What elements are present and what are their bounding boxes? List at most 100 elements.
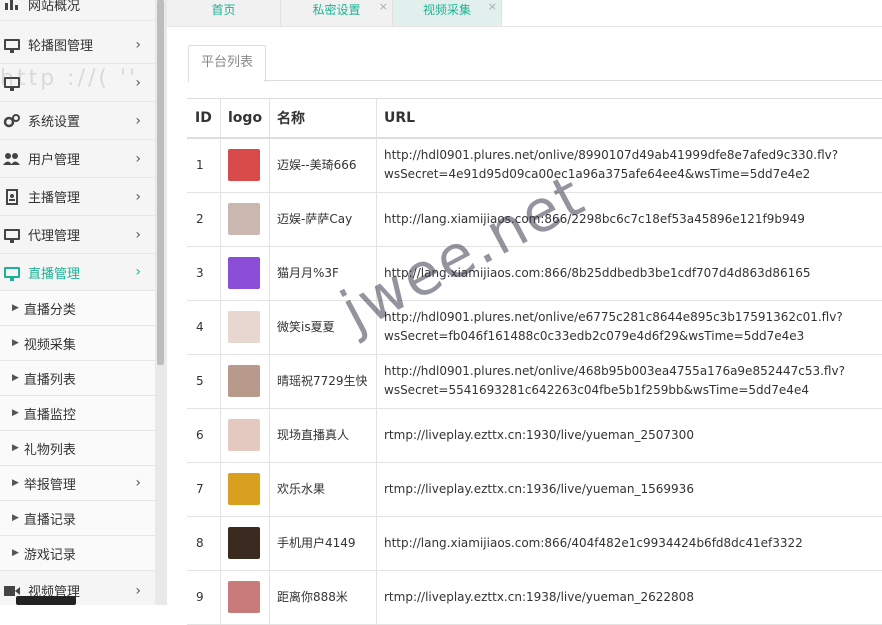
sidebar-item-label: 代理管理 <box>28 229 81 244</box>
sub-item-video-collect[interactable]: ▶ 视频采集 <box>0 326 155 361</box>
cell-url: rtmp://liveplay.ezttx.cn:1930/live/yuema… <box>376 408 882 462</box>
table-row: 7 欢乐水果 rtmp://liveplay.ezttx.cn:1936/live/… <box>187 462 882 517</box>
sub-item-game-record[interactable]: ▶ 游戏记录 <box>0 536 155 571</box>
avatar <box>228 419 260 451</box>
divider <box>264 80 882 81</box>
table-row: 6 现场直播真人 rtmp://liveplay.ezttx.cn:1930/liv… <box>187 408 882 463</box>
caret-right-icon: ▶ <box>12 373 19 383</box>
sidebar-item-overview[interactable]: 网站概况 <box>0 0 155 21</box>
tab-bar: 首页 私密设置 × 视频采集 × <box>167 0 882 27</box>
tab-label: 私密设置 <box>312 3 361 17</box>
table-row: 4 微笑is夏夏 http://hdl0901.plures.net/onlive/… <box>187 300 882 355</box>
header-url: URL <box>376 99 882 137</box>
cell-name: 晴瑶祝7729生快 <box>269 354 376 408</box>
avatar <box>228 149 260 181</box>
users-icon <box>2 151 22 167</box>
sidebar-item-label: 系统设置 <box>28 115 81 130</box>
cell-logo <box>220 462 269 516</box>
close-icon[interactable]: × <box>379 0 388 17</box>
sub-item-label: 直播记录 <box>23 512 76 528</box>
cell-name: 现场直播真人 <box>269 408 376 462</box>
tab-label: 视频采集 <box>422 3 471 17</box>
bottom-badge <box>16 596 76 605</box>
cell-logo <box>220 246 269 300</box>
cell-name: 猫月月%3F <box>269 246 376 300</box>
cell-logo <box>220 516 269 570</box>
cell-name: 欢乐水果 <box>269 462 376 516</box>
cell-name: 手机用户4149 <box>269 516 376 570</box>
cell-name: 微笑is夏夏 <box>269 300 376 354</box>
cell-url: rtmp://liveplay.ezttx.cn:1938/live/yuema… <box>376 570 882 624</box>
sub-item-live-monitor[interactable]: ▶ 直播监控 <box>0 396 155 431</box>
avatar <box>228 473 260 505</box>
avatar <box>228 311 260 343</box>
sidebar-item-settings[interactable]: 系统设置 › <box>0 102 155 140</box>
sub-item-label: 直播列表 <box>23 372 76 388</box>
sub-item-live-category[interactable]: ▶ 直播分类 <box>0 291 155 326</box>
scrollbar-thumb[interactable] <box>157 0 164 365</box>
sub-item-label: 举报管理 <box>23 477 76 493</box>
table-row: 1 迈娱--美琦666 http://hdl0901.plures.net/onli… <box>187 138 882 193</box>
sub-item-live-record[interactable]: ▶ 直播记录 <box>0 501 155 536</box>
cell-url: http://lang.xiamijiaos.com:866/8b25ddbed… <box>376 246 882 300</box>
sub-item-report[interactable]: ▶ 举报管理 › <box>0 466 155 501</box>
sidebar-item-label: 轮播图管理 <box>28 39 94 54</box>
cell-url: http://hdl0901.plures.net/onlive/e6775c2… <box>376 300 882 354</box>
chevron-right-icon: › <box>135 475 141 491</box>
cell-id: 2 <box>196 211 204 226</box>
monitor-icon <box>2 227 22 243</box>
monitor-icon <box>2 264 22 281</box>
cell-logo <box>220 354 269 408</box>
chevron-right-icon: › <box>135 226 141 243</box>
cell-url: http://lang.xiamijiaos.com:866/2298bc6c7… <box>376 192 882 246</box>
header-id: ID <box>195 110 212 126</box>
cell-name: 距离你888米 <box>269 570 376 624</box>
chevron-right-icon: › <box>135 150 141 167</box>
close-icon[interactable]: × <box>488 0 497 17</box>
tab-video-collect[interactable]: 视频采集 × <box>393 0 502 26</box>
sub-item-label: 礼物列表 <box>23 442 76 458</box>
caret-right-icon: ▶ <box>12 338 19 348</box>
table-header: ID logo 名称 URL <box>187 98 882 139</box>
chevron-right-icon: › <box>135 188 141 205</box>
tab-home[interactable]: 首页 <box>167 0 281 26</box>
header-name: 名称 <box>269 99 376 137</box>
avatar <box>228 203 260 235</box>
monitor-icon <box>2 37 22 53</box>
cell-id: 9 <box>196 589 204 604</box>
cell-url: http://hdl0901.plures.net/onlive/468b95b… <box>376 354 882 408</box>
chevron-right-icon: › <box>135 36 141 53</box>
caret-right-icon: ▶ <box>12 303 19 313</box>
sidebar-item-live[interactable]: 直播管理 › <box>0 254 155 291</box>
cell-name: 迈娱--美琦666 <box>269 138 376 192</box>
sub-item-label: 视频采集 <box>23 337 76 353</box>
sidebar-item-users[interactable]: 用户管理 › <box>0 140 155 178</box>
sub-item-label: 直播分类 <box>23 302 76 318</box>
caret-right-icon: ▶ <box>12 408 19 418</box>
avatar <box>228 257 260 289</box>
caret-right-icon: ▶ <box>12 513 19 523</box>
table-row: 9 距离你888米 rtmp://liveplay.ezttx.cn:1938/li… <box>187 570 882 625</box>
sub-item-gift-list[interactable]: ▶ 礼物列表 <box>0 431 155 466</box>
tab-platform-list[interactable]: 平台列表 <box>188 45 266 82</box>
cell-url: http://lang.xiamijiaos.com:866/404f482e1… <box>376 516 882 570</box>
sidebar-item-label: 网站概况 <box>28 0 81 14</box>
cell-id: 1 <box>196 157 204 172</box>
chevron-right-icon: › <box>135 264 141 280</box>
cell-url: http://hdl0901.plures.net/onlive/8990107… <box>376 138 882 192</box>
table-row: 5 晴瑶祝7729生快 http://hdl0901.plures.net/onli… <box>187 354 882 409</box>
header-logo: logo <box>220 99 269 137</box>
sidebar-item-carousel[interactable]: 轮播图管理 › <box>0 26 155 64</box>
cell-logo <box>220 138 269 192</box>
sub-item-live-list[interactable]: ▶ 直播列表 <box>0 361 155 396</box>
sidebar-item-agents[interactable]: 代理管理 › <box>0 216 155 254</box>
tab-private-settings[interactable]: 私密设置 × <box>281 0 393 26</box>
avatar <box>228 527 260 559</box>
cell-id: 8 <box>196 535 204 550</box>
sidebar-item-anchors[interactable]: 主播管理 › <box>0 178 155 216</box>
sidebar-item-label: 直播管理 <box>28 266 81 282</box>
cell-id: 6 <box>196 427 204 442</box>
badge-icon <box>2 188 22 205</box>
avatar <box>228 365 260 397</box>
cell-id: 5 <box>196 373 204 388</box>
